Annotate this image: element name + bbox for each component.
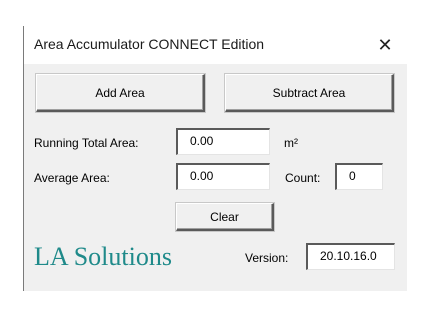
average-area-label: Average Area: [34, 171, 110, 185]
add-area-button[interactable]: Add Area [36, 74, 205, 112]
running-total-label: Running Total Area: [34, 136, 139, 150]
title-bar: Area Accumulator CONNECT Edition ✕ [24, 26, 407, 64]
version-label: Version: [245, 251, 289, 265]
count-label: Count: [285, 171, 321, 185]
count-field[interactable]: 0 [335, 163, 383, 190]
area-accumulator-dialog: Area Accumulator CONNECT Edition ✕ Add A… [23, 26, 407, 291]
close-icon[interactable]: ✕ [371, 32, 399, 58]
brand-logo-text: LA Solutions [34, 242, 172, 271]
clear-button[interactable]: Clear [176, 203, 274, 231]
running-total-field[interactable]: 0.00 [176, 128, 270, 155]
average-area-field[interactable]: 0.00 [176, 163, 270, 190]
version-field[interactable]: 20.10.16.0 [306, 243, 395, 270]
window-title: Area Accumulator CONNECT Edition [34, 36, 265, 52]
subtract-area-button[interactable]: Subtract Area [225, 74, 394, 112]
area-unit-label: m² [284, 136, 298, 150]
